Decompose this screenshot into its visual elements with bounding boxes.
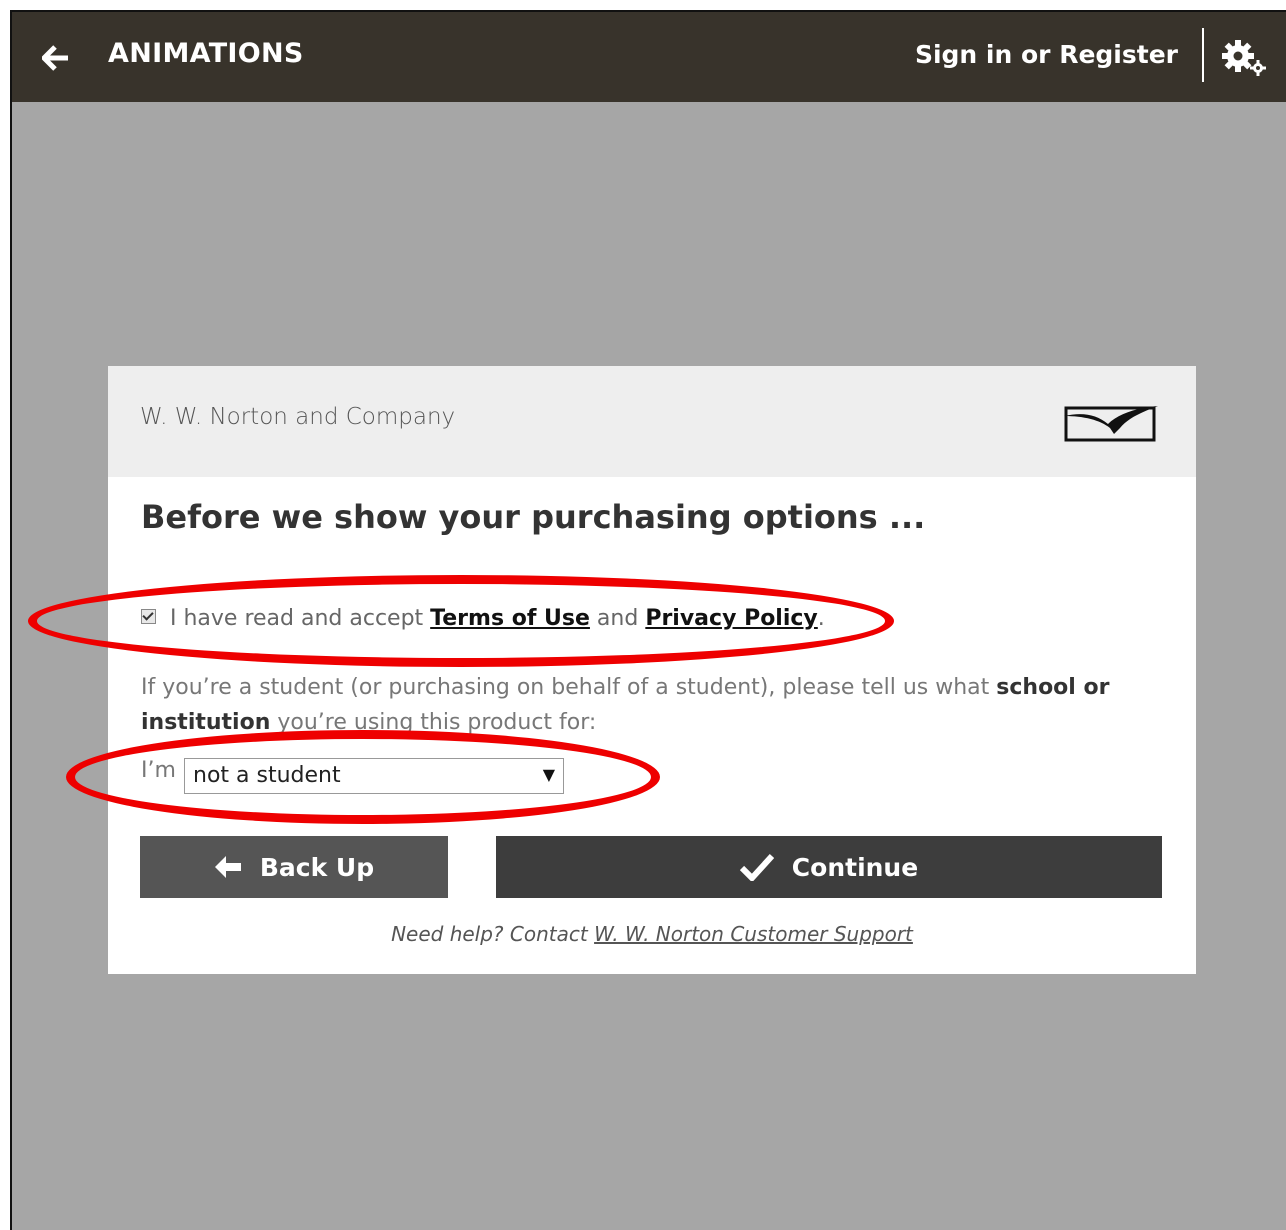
back-up-button[interactable]: Back Up [140, 836, 448, 898]
back-arrow-icon[interactable] [42, 45, 70, 71]
student-status-value: not a student [193, 763, 341, 788]
help-text: Need help? Contact W. W. Norton Customer… [108, 922, 1196, 946]
terms-checkbox[interactable] [141, 608, 156, 624]
sign-in-link[interactable]: Sign in or Register [915, 40, 1178, 69]
terms-middle: and [589, 606, 646, 631]
terms-prefix: I have read and accept [170, 606, 431, 631]
back-up-label: Back Up [259, 852, 375, 882]
top-bar: ANIMATIONS Sign in or Register [12, 12, 1286, 102]
dialog-header: W. W. Norton and Company [108, 366, 1196, 477]
app-title: ANIMATIONS [108, 38, 304, 69]
customer-support-link[interactable]: W. W. Norton Customer Support [594, 922, 913, 946]
norton-seagull-logo [1064, 406, 1158, 442]
help-prefix: Need help? Contact [391, 922, 595, 946]
company-name: W. W. Norton and Company [140, 404, 456, 430]
arrow-left-icon [214, 856, 241, 878]
im-label: I’m [141, 758, 176, 783]
gear-icon[interactable] [1220, 38, 1270, 78]
terms-of-use-link[interactable]: Terms of Use [430, 606, 590, 631]
student-prompt-after: you’re using this product for: [270, 710, 597, 735]
continue-button[interactable]: Continue [496, 836, 1162, 898]
student-prompt: If you’re a student (or purchasing on be… [141, 670, 1151, 740]
terms-suffix: . [817, 606, 825, 631]
purchase-options-dialog: W. W. Norton and Company Before we show … [108, 366, 1196, 974]
privacy-policy-link[interactable]: Privacy Policy [645, 606, 817, 631]
continue-label: Continue [791, 852, 919, 882]
checkmark-icon [739, 853, 774, 881]
dialog-heading: Before we show your purchasing options .… [141, 498, 926, 536]
student-prompt-before: If you’re a student (or purchasing on be… [141, 675, 997, 700]
student-status-select[interactable]: not a student ▼ [184, 758, 564, 794]
app-frame: ANIMATIONS Sign in or Register W. W. Nor… [10, 10, 1286, 1230]
topbar-divider [1202, 28, 1204, 82]
terms-row: I have read and accept Terms of Use and … [141, 606, 825, 631]
dropdown-arrow-icon: ▼ [542, 765, 555, 784]
